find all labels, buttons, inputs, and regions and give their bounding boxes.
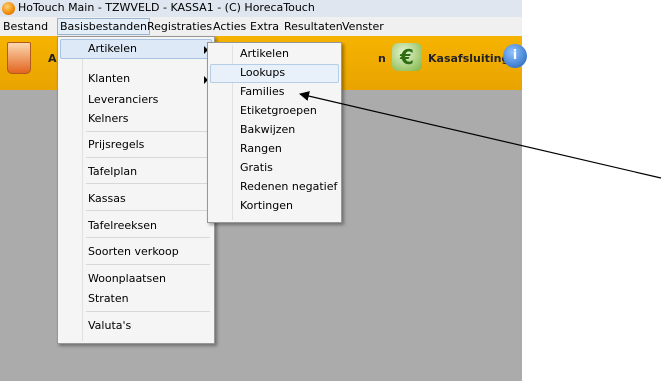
- arrow-line: [299, 91, 662, 179]
- annotation-arrow: [299, 91, 662, 179]
